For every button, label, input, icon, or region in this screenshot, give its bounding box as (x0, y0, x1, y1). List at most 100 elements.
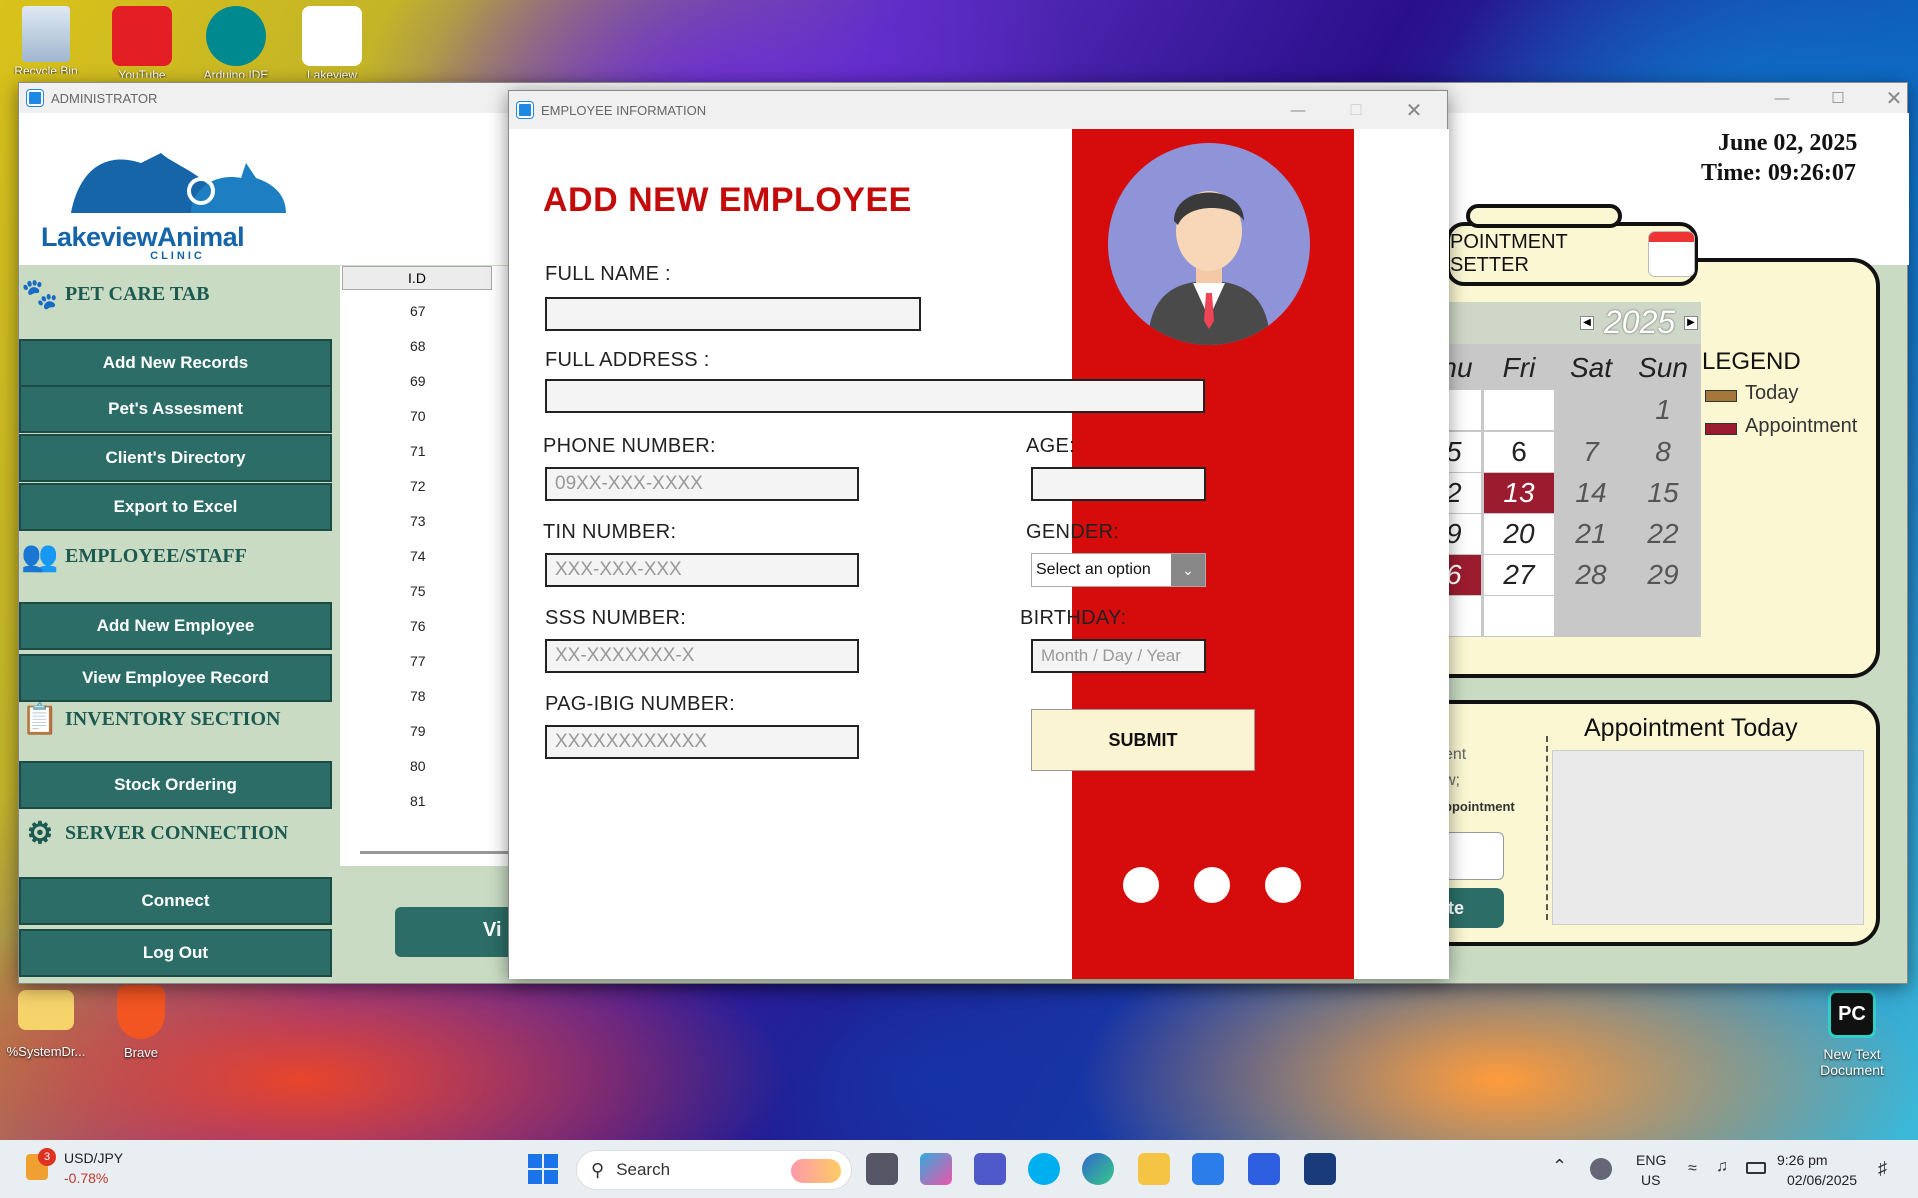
calendar-cell[interactable] (1556, 390, 1626, 430)
dialog-minimize-button[interactable]: — (1275, 91, 1321, 129)
calendar-cell[interactable]: 2 (1446, 473, 1481, 513)
table-row[interactable]: 80 (410, 758, 450, 774)
add-new-records-button[interactable]: Add New Records (19, 339, 332, 387)
logout-button[interactable]: Log Out (19, 929, 332, 977)
wifi-icon[interactable]: ≈ (1688, 1160, 1697, 1178)
volume-icon[interactable]: ♫ (1716, 1158, 1728, 1176)
calendar-cell[interactable]: 27 (1484, 555, 1554, 595)
table-row[interactable]: 72 (410, 478, 450, 494)
start-button[interactable] (528, 1154, 558, 1184)
calendar-cell[interactable]: 22 (1628, 514, 1698, 554)
table-row[interactable]: 70 (410, 408, 450, 424)
table-row[interactable]: 67 (410, 303, 450, 319)
calendar-cell[interactable]: 21 (1556, 514, 1626, 554)
ticker-widget[interactable]: 3 USD/JPY -0.78% (22, 1148, 162, 1192)
calendar-cell[interactable]: 9 (1446, 514, 1481, 554)
birthday-input[interactable]: Month / Day / Year (1031, 639, 1206, 673)
appointment-action-button[interactable]: te (1444, 888, 1504, 928)
prev-year-button[interactable]: ◀ (1580, 316, 1594, 330)
teams-icon[interactable] (974, 1153, 1006, 1185)
table-row[interactable]: 73 (410, 513, 450, 529)
dialog-close-button[interactable]: ✕ (1391, 91, 1437, 129)
desktop-icon-brave[interactable]: Brave (101, 985, 181, 1060)
export-excel-button[interactable]: Export to Excel (19, 483, 332, 531)
pycharm-taskbar-icon[interactable] (1248, 1153, 1280, 1185)
table-row[interactable]: 68 (410, 338, 450, 354)
calendar-cell[interactable]: 28 (1556, 555, 1626, 595)
page-dot-1[interactable] (1123, 867, 1159, 903)
page-dot-3[interactable] (1265, 867, 1301, 903)
desktop-icon-youtube[interactable]: YouTube (102, 6, 182, 78)
connect-button[interactable]: Connect (19, 877, 332, 925)
table-row[interactable]: 77 (410, 653, 450, 669)
sss-input[interactable]: XX-XXXXXXX-X (545, 639, 859, 673)
calendar-cell[interactable] (1484, 390, 1554, 430)
calendar-cell[interactable] (1556, 596, 1626, 636)
clock-time[interactable]: 9:26 pm (1777, 1152, 1828, 1168)
calendar-cell[interactable]: 14 (1556, 473, 1626, 513)
battery-icon[interactable] (1746, 1162, 1766, 1174)
calendar-cell[interactable]: 29 (1628, 555, 1698, 595)
calendar-cell[interactable] (1484, 596, 1554, 636)
age-input[interactable] (1031, 467, 1206, 501)
page-dot-2[interactable] (1194, 867, 1230, 903)
task-view-icon[interactable] (866, 1153, 898, 1185)
calendar-cell[interactable]: 8 (1628, 432, 1698, 472)
python-app-icon[interactable] (1304, 1153, 1336, 1185)
copilot-icon[interactable] (920, 1153, 952, 1185)
notification-bell-icon[interactable]: ♯ (1878, 1158, 1887, 1179)
table-row[interactable]: 79 (410, 723, 450, 739)
phone-input[interactable]: 09XX-XXX-XXXX (545, 467, 859, 501)
table-row[interactable]: 75 (410, 583, 450, 599)
table-row[interactable]: 76 (410, 618, 450, 634)
table-row[interactable]: 81 (410, 793, 450, 809)
calendar-cell-appointment[interactable]: 13 (1484, 473, 1554, 513)
calendar-cell[interactable] (1446, 390, 1481, 430)
close-button[interactable]: ✕ (1871, 83, 1917, 113)
calendar-cell[interactable]: 15 (1628, 473, 1698, 513)
desktop-icon-new-text-document[interactable]: PC New Text Document (1812, 990, 1892, 1078)
table-row[interactable]: 74 (410, 548, 450, 564)
network-weather-icon[interactable] (1590, 1158, 1612, 1180)
desktop-icon-lakeview[interactable]: Lakeview (292, 6, 372, 78)
pets-assessment-button[interactable]: Pet's Assesment (19, 385, 332, 433)
desktop-icon-arduino[interactable]: Arduino IDE (196, 6, 276, 78)
full-address-input[interactable] (545, 379, 1205, 413)
stock-ordering-button[interactable]: Stock Ordering (19, 761, 332, 809)
records-scrollbar[interactable] (360, 851, 510, 854)
pagibig-input[interactable]: XXXXXXXXXXXX (545, 725, 859, 759)
calendar-cell[interactable]: 20 (1484, 514, 1554, 554)
appointment-input-partial[interactable] (1444, 832, 1504, 880)
maximize-button[interactable]: ☐ (1815, 83, 1861, 113)
calendar-cell[interactable]: 7 (1556, 432, 1626, 472)
submit-button[interactable]: SUBMIT (1031, 709, 1255, 771)
calendar-cell[interactable]: 6 (1484, 432, 1554, 472)
clock-date[interactable]: 02/06/2025 (1787, 1172, 1857, 1188)
edge-icon[interactable] (1082, 1153, 1114, 1185)
store-icon[interactable] (1192, 1153, 1224, 1185)
calendar-cell[interactable]: 1 (1628, 390, 1698, 430)
clients-directory-button[interactable]: Client's Directory (19, 434, 332, 482)
desktop-icon-systemdrive[interactable]: %SystemDr... (6, 990, 86, 1059)
gender-select[interactable]: Select an option ⌄ (1031, 553, 1206, 587)
calendar-cell-appointment[interactable]: 6 (1446, 555, 1481, 595)
next-year-button[interactable]: ▶ (1684, 316, 1698, 330)
view-button-partial[interactable]: Vi (395, 907, 515, 957)
chevron-up-icon[interactable]: ⌃ (1552, 1156, 1567, 1177)
full-name-input[interactable] (545, 297, 921, 331)
table-row[interactable]: 78 (410, 688, 450, 704)
desktop-icon-recycle-bin[interactable]: Recycle Bin (6, 6, 86, 74)
add-new-employee-button[interactable]: Add New Employee (19, 602, 332, 650)
file-explorer-icon[interactable] (1138, 1153, 1170, 1185)
tin-input[interactable]: XXX-XXX-XXX (545, 553, 859, 587)
language-indicator[interactable]: ENG (1636, 1152, 1666, 1168)
calendar-cell[interactable] (1628, 596, 1698, 636)
taskbar-search[interactable]: ⚲ Search (576, 1150, 852, 1190)
id-column-header[interactable]: I.D (342, 266, 492, 290)
table-row[interactable]: 71 (410, 443, 450, 459)
appointment-today-list[interactable] (1552, 750, 1864, 925)
calendar-cell[interactable]: 5 (1446, 432, 1481, 472)
minimize-button[interactable]: — (1759, 83, 1805, 113)
calendar-cell[interactable] (1446, 596, 1481, 636)
skype-icon[interactable] (1028, 1153, 1060, 1185)
